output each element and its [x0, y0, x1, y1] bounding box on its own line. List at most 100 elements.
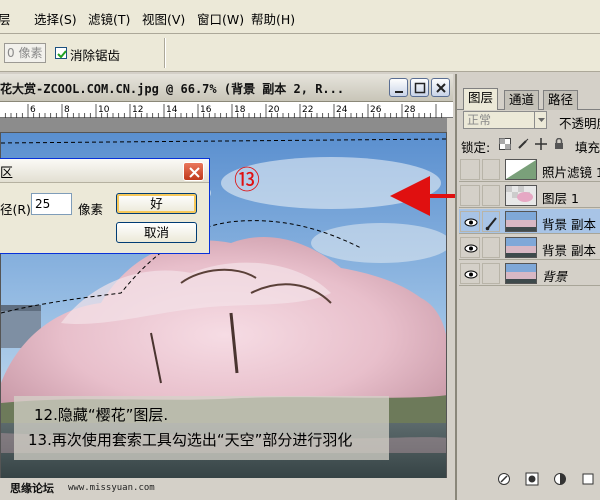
cancel-button[interactable]: 取消 [116, 222, 197, 243]
status-strip: 思缘论坛 www.missyuan.com [0, 478, 453, 500]
ruler-tick-label: 8 [64, 105, 70, 115]
minimize-icon [395, 91, 403, 93]
horizontal-ruler: 6 8 10 12 14 16 18 20 22 24 26 28 [0, 102, 453, 118]
visibility-toggle[interactable] [460, 263, 480, 284]
ruler-tick-label: 28 [404, 105, 416, 115]
eye-icon [464, 218, 478, 227]
layer-list: 照片滤镜 1 图层 1 背景 副本 2 [459, 157, 600, 287]
lock-all-icon[interactable] [553, 138, 565, 150]
layer-thumbnail [505, 159, 537, 180]
dialog-close-button[interactable] [183, 162, 204, 181]
layer-name: 图层 1 [542, 191, 579, 206]
layer-row-background-copy[interactable]: 背景 副本 [459, 235, 600, 260]
layers-panel: 图层 通道 路径 正常 不透明度 锁定: 填充 照片滤镜 1 [455, 74, 600, 500]
feather-radius-label: 径(R): [0, 202, 36, 217]
maximize-button[interactable] [410, 78, 429, 97]
feather-dialog: 区 径(R): 25 像素 好 取消 [0, 158, 210, 254]
dialog-titlebar[interactable]: 区 [0, 159, 209, 183]
menu-bar: 层 选择(S) 滤镜(T) 视图(V) 窗口(W) 帮助(H) [0, 0, 600, 34]
tab-channels[interactable]: 通道 [504, 90, 540, 110]
ruler-tick-label: 14 [166, 105, 178, 115]
layer-name: 背景 [542, 269, 568, 284]
dialog-title: 区 [0, 166, 14, 181]
document-title: 花大赏-ZCOOL.COM.CN.jpg @ 66.7% (背景 副本 2, R… [0, 82, 345, 96]
photo-thumbnail [506, 212, 536, 231]
layer-row-layer-1[interactable]: 图层 1 [459, 183, 600, 208]
blossom-thumbnail [506, 186, 536, 205]
opacity-label: 不透明度 [559, 116, 600, 131]
document-titlebar[interactable]: 花大赏-ZCOOL.COM.CN.jpg @ 66.7% (背景 副本 2, R… [0, 74, 453, 102]
layer-row-background-copy-2[interactable]: 背景 副本 2 [459, 209, 600, 234]
ruler-tick-label: 6 [30, 105, 36, 115]
minimize-button[interactable] [389, 78, 408, 97]
fill-label: 填充 [575, 140, 600, 155]
menu-filter[interactable]: 滤镜(T) [88, 9, 130, 28]
tutorial-caption: 12.隐藏“樱花”图层. 13.再次使用套索工具勾选出“天空”部分进行羽化 [14, 396, 389, 460]
antialias-checkbox[interactable] [55, 47, 67, 59]
adjustment-layer-icon[interactable] [553, 472, 567, 486]
layer-name: 照片滤镜 1 [542, 165, 600, 180]
link-toggle[interactable] [482, 185, 500, 206]
options-bar: 0 像素 消除锯齿 [0, 34, 600, 72]
tab-paths[interactable]: 路径 [543, 90, 579, 110]
layer-row-photo-filter[interactable]: 照片滤镜 1 [459, 157, 600, 182]
menu-select[interactable]: 选择(S) [34, 9, 77, 28]
options-separator [164, 38, 166, 68]
caption-step-12: 12.隐藏“樱花”图层. [34, 406, 169, 424]
ruler-tick-label: 20 [268, 105, 280, 115]
menu-layer[interactable]: 层 [0, 9, 11, 28]
menu-window[interactable]: 窗口(W) [197, 9, 244, 28]
feather-radius-input[interactable]: 25 [31, 193, 72, 215]
layer-thumbnail [505, 237, 537, 258]
caption-step-13: 13.再次使用套索工具勾选出“天空”部分进行羽化 [28, 431, 353, 449]
eye-icon [464, 244, 478, 253]
menu-help[interactable]: 帮助(H) [251, 9, 295, 28]
lock-pixels-icon[interactable] [517, 138, 529, 150]
layer-name: 背景 副本 [542, 243, 596, 258]
forum-logo: 思缘论坛 [10, 482, 54, 495]
visibility-toggle[interactable] [460, 159, 480, 180]
close-icon [436, 83, 446, 93]
layer-thumbnail [505, 185, 537, 206]
ruler-tick-label: 26 [370, 105, 382, 115]
visibility-toggle[interactable] [460, 211, 480, 232]
layer-name: 背景 副本 2 [542, 217, 600, 232]
forum-url: www.missyuan.com [68, 483, 155, 493]
visibility-toggle[interactable] [460, 185, 480, 206]
blend-mode-value: 正常 [467, 113, 492, 127]
lock-transparency-icon[interactable] [499, 138, 511, 150]
ok-button[interactable]: 好 [116, 193, 197, 214]
new-layer-icon[interactable] [581, 472, 595, 486]
layer-thumbnail [505, 263, 537, 284]
layer-mask-icon[interactable] [525, 472, 539, 486]
checkmark-icon [57, 50, 67, 59]
eye-icon [464, 270, 478, 279]
ruler-tick-label: 12 [132, 105, 143, 115]
vertical-scrollbar[interactable] [447, 118, 453, 490]
ruler-tick-label: 22 [302, 105, 313, 115]
layers-panel-footer [457, 470, 600, 490]
lock-label: 锁定: [461, 140, 491, 155]
step-13-callout: ⑬ [234, 166, 261, 196]
layer-style-icon[interactable] [497, 472, 511, 486]
ruler-tick-label: 10 [98, 105, 110, 115]
close-icon [189, 167, 200, 178]
link-toggle[interactable] [482, 211, 500, 232]
blend-mode-select[interactable]: 正常 [463, 111, 547, 129]
dropdown-arrow-icon [534, 112, 547, 128]
menu-view[interactable]: 视图(V) [142, 9, 185, 28]
visibility-toggle[interactable] [460, 237, 480, 258]
link-toggle[interactable] [482, 263, 500, 284]
tab-layers[interactable]: 图层 [463, 88, 499, 110]
photo-thumbnail [506, 238, 536, 257]
antialias-label: 消除锯齿 [70, 48, 121, 63]
ruler-tick-label: 16 [200, 105, 212, 115]
feather-input[interactable]: 0 像素 [4, 43, 46, 63]
close-button[interactable] [431, 78, 450, 97]
photo-thumbnail [506, 264, 536, 283]
link-toggle[interactable] [482, 159, 500, 180]
layer-row-background[interactable]: 背景 [459, 261, 600, 286]
link-toggle[interactable] [482, 237, 500, 258]
maximize-icon [414, 82, 426, 94]
lock-position-icon[interactable] [535, 138, 547, 150]
